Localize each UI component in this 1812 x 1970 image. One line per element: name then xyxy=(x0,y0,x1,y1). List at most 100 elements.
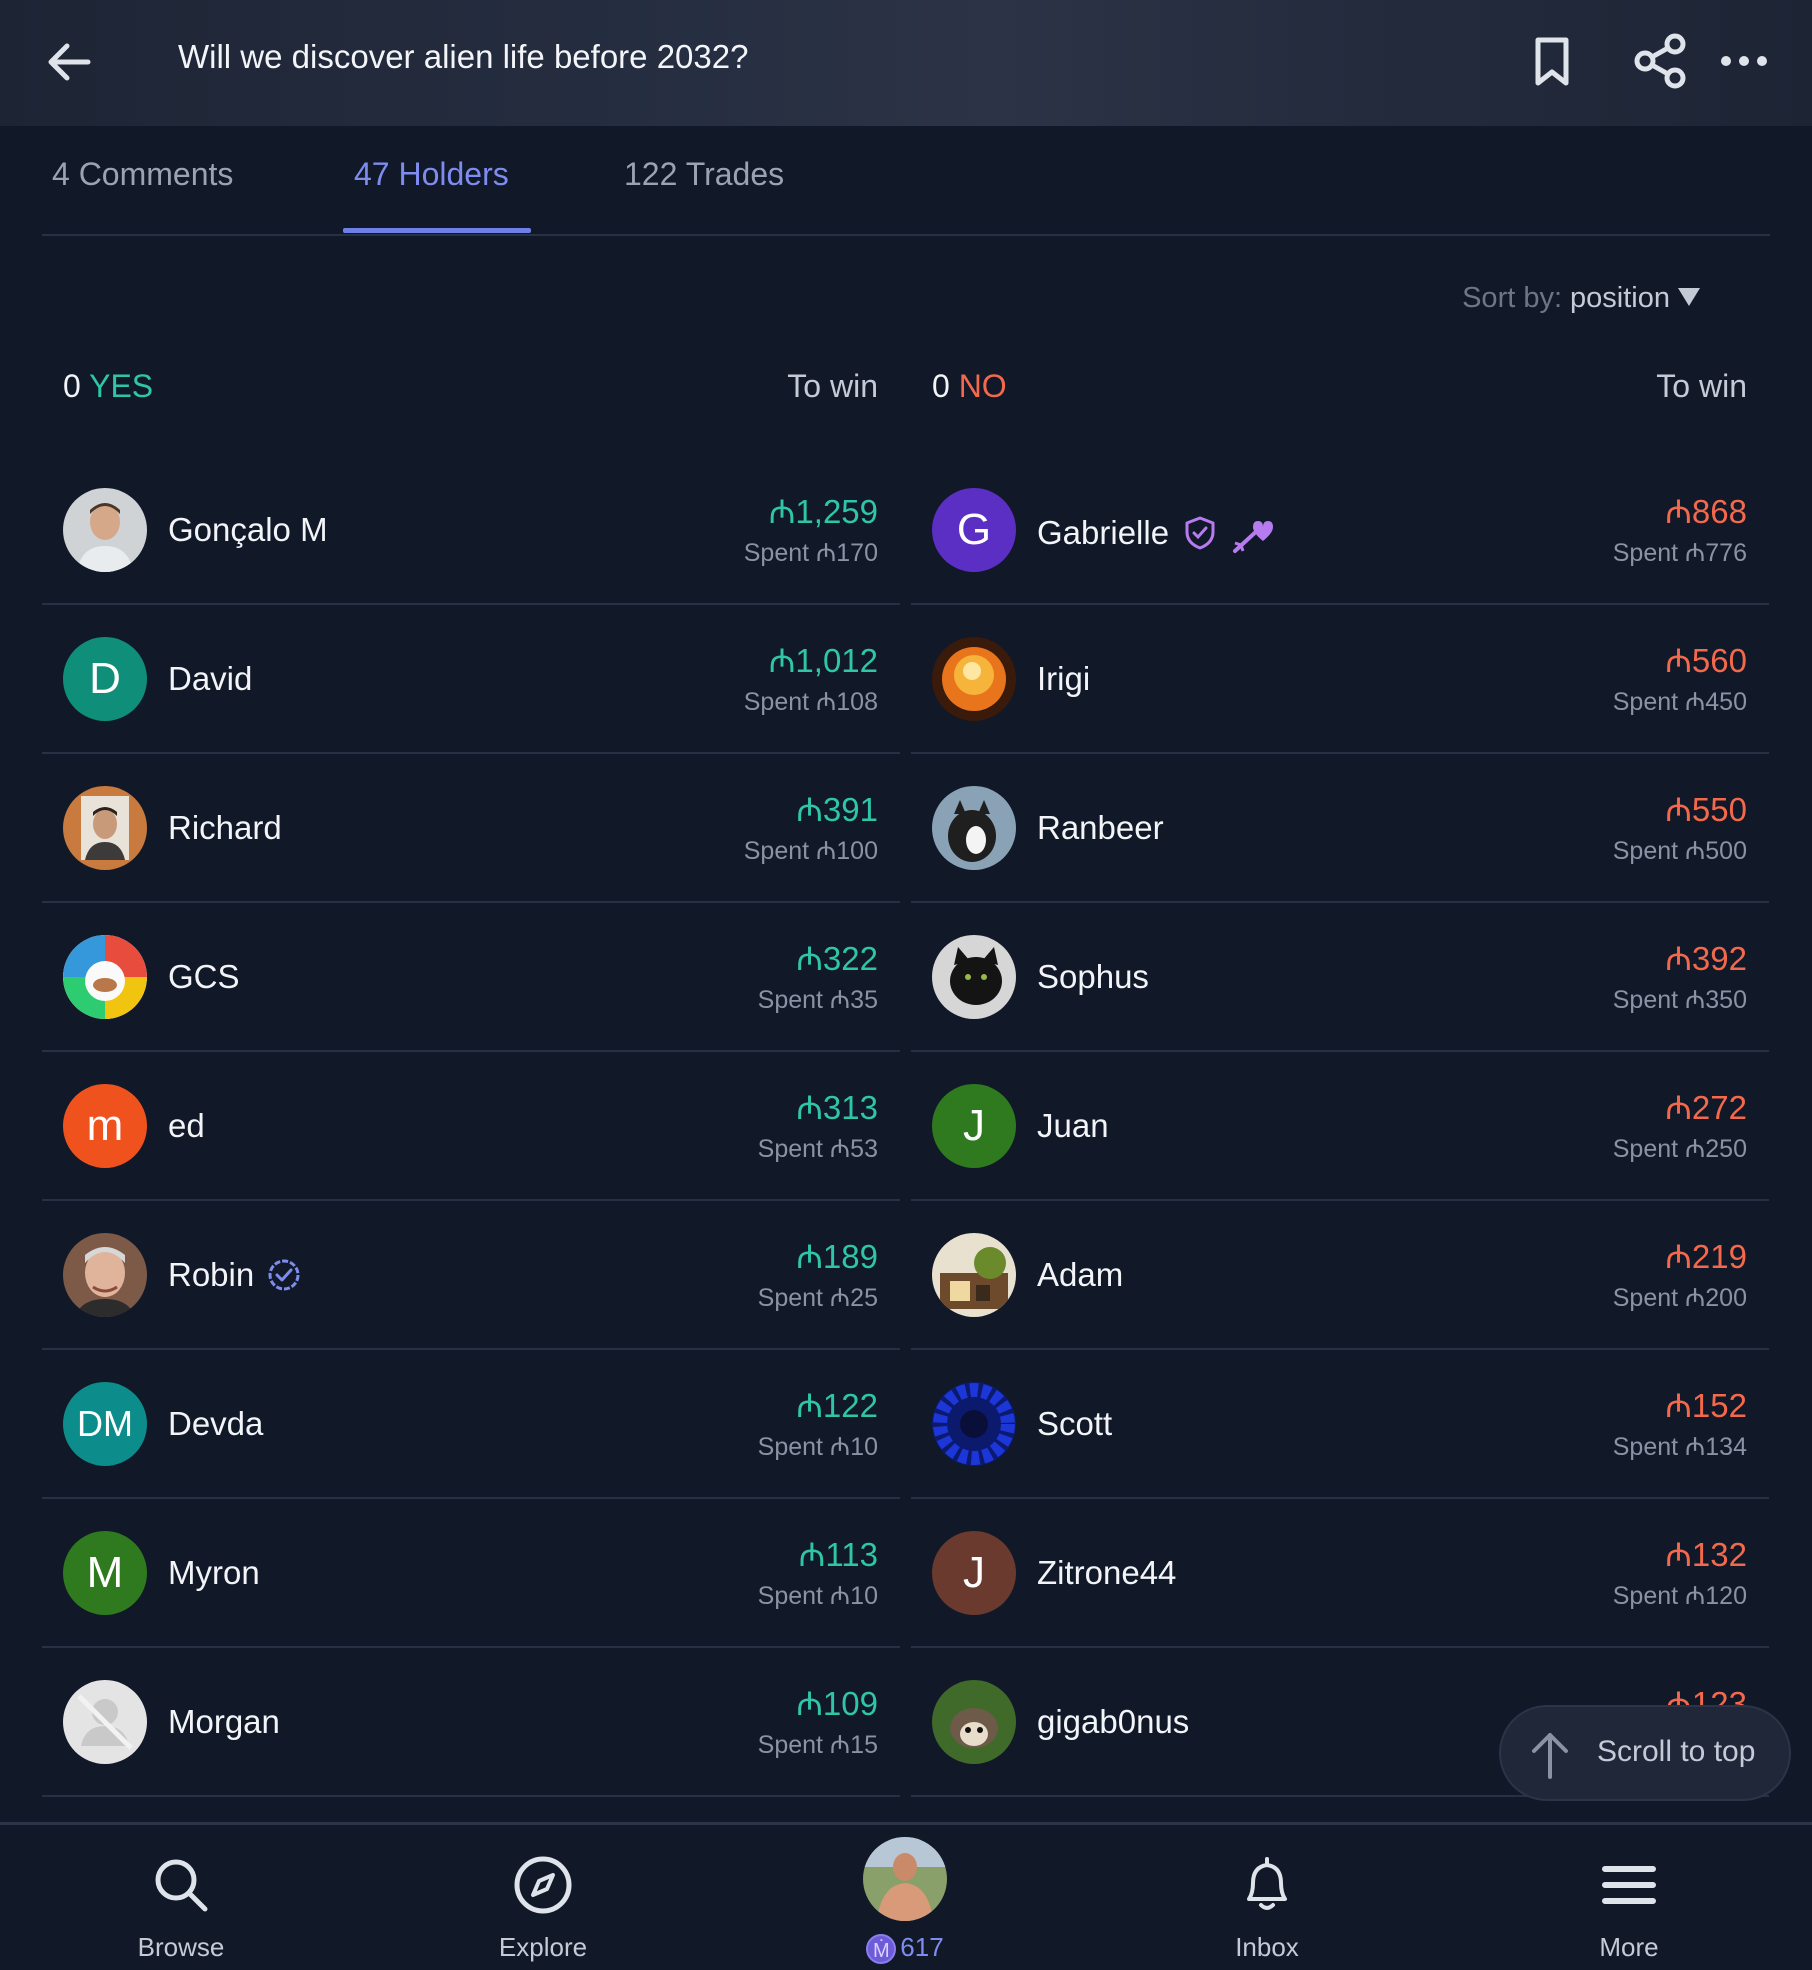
holder-row[interactable]: Richard ₼391 Spent ₼100 xyxy=(42,754,900,903)
holder-name[interactable]: Sophus xyxy=(1037,958,1149,996)
to-win-amount: ₼113 xyxy=(798,1536,878,1573)
arrow-left-icon[interactable] xyxy=(40,33,98,91)
holder-name[interactable]: Ranbeer xyxy=(1037,809,1164,847)
user-placeholder-icon xyxy=(77,1694,133,1750)
top-bar: Will we discover alien life before 2032? xyxy=(0,0,1812,126)
holder-row[interactable]: G Gabrielle ₼868 Spent ₼776 xyxy=(911,456,1769,605)
holder-row[interactable]: Scott ₼152 Spent ₼134 xyxy=(911,1350,1769,1499)
to-win-amount: ₼109 xyxy=(796,1685,878,1722)
holder-name[interactable]: Gonçalo M xyxy=(168,511,328,549)
spent-amount: Spent ₼200 xyxy=(1612,1284,1747,1312)
holder-row[interactable]: Morgan ₼109 Spent ₼15 xyxy=(42,1648,900,1797)
yes-towin-header: To win xyxy=(787,368,878,404)
holder-row[interactable]: J Zitrone44 ₼132 Spent ₼120 xyxy=(911,1499,1769,1648)
tab-comments[interactable]: 4 Comments xyxy=(52,156,233,193)
holder-row[interactable]: Irigi ₼560 Spent ₼450 xyxy=(911,605,1769,754)
holder-name[interactable]: Irigi xyxy=(1037,660,1090,698)
holder-name[interactable]: Richard xyxy=(168,809,282,847)
cupid-arrow-icon xyxy=(1233,521,1274,553)
nav-profile[interactable]: Ṁ 617 xyxy=(724,1825,1086,1970)
holder-row[interactable]: D David ₼1,012 Spent ₼108 xyxy=(42,605,900,754)
nav-inbox[interactable]: Inbox xyxy=(1086,1825,1448,1970)
yes-column-header: 0 YES To win xyxy=(42,360,900,456)
nav-browse[interactable]: Browse xyxy=(0,1825,362,1970)
holder-row[interactable]: Robin ₼189 Spent ₼25 xyxy=(42,1201,900,1350)
avatar[interactable]: m xyxy=(63,1084,147,1168)
scroll-to-top-button[interactable]: Scroll to top xyxy=(1499,1705,1791,1801)
no-towin-header: To win xyxy=(1656,368,1747,404)
sort-label: Sort by: xyxy=(1462,282,1563,314)
holder-row[interactable]: Gonçalo M ₼1,259 Spent ₼170 xyxy=(42,456,900,605)
holder-name[interactable]: Scott xyxy=(1037,1405,1112,1443)
no-count: 0 NO xyxy=(932,368,1007,404)
verified-icon xyxy=(268,1259,300,1291)
holder-name[interactable]: ed xyxy=(168,1107,205,1145)
holder-row[interactable]: M Myron ₼113 Spent ₼10 xyxy=(42,1499,900,1648)
holder-row[interactable]: J Juan ₼272 Spent ₼250 xyxy=(911,1052,1769,1201)
avatar[interactable] xyxy=(63,488,147,572)
holder-name[interactable]: Juan xyxy=(1037,1107,1109,1145)
spent-amount: Spent ₼776 xyxy=(1612,539,1747,567)
tab-holders[interactable]: 47 Holders xyxy=(354,156,509,193)
share-icon[interactable] xyxy=(1629,30,1691,92)
avatar[interactable]: J xyxy=(932,1084,1016,1168)
holder-name[interactable]: Myron xyxy=(168,1554,260,1592)
holder-name[interactable]: Morgan xyxy=(168,1703,280,1741)
avatar[interactable] xyxy=(63,786,147,870)
nav-more[interactable]: More xyxy=(1448,1825,1810,1970)
spent-amount: Spent ₼350 xyxy=(1612,986,1747,1014)
holder-name[interactable]: Adam xyxy=(1037,1256,1123,1294)
avatar[interactable]: M xyxy=(63,1531,147,1615)
avatar[interactable] xyxy=(63,935,147,1019)
bookmark-icon[interactable] xyxy=(1521,30,1583,92)
yes-count: 0 YES xyxy=(63,368,154,404)
holder-row[interactable]: Adam ₼219 Spent ₼200 xyxy=(911,1201,1769,1350)
holder-row[interactable]: m ed ₼313 Spent ₼53 xyxy=(42,1052,900,1201)
holder-row[interactable]: GCS ₼322 Spent ₼35 xyxy=(42,903,900,1052)
avatar[interactable] xyxy=(932,1233,1016,1317)
to-win-amount: ₼868 xyxy=(1665,493,1747,530)
avatar[interactable] xyxy=(932,935,1016,1019)
avatar[interactable]: D xyxy=(63,637,147,721)
spent-amount: Spent ₼10 xyxy=(757,1433,878,1461)
avatar[interactable] xyxy=(63,1680,147,1764)
avatar[interactable] xyxy=(63,1233,147,1317)
holder-name[interactable]: GCS xyxy=(168,958,240,996)
to-win-amount: ₼391 xyxy=(796,791,878,828)
to-win-amount: ₼152 xyxy=(1665,1387,1747,1424)
active-tab-indicator xyxy=(343,228,531,233)
to-win-amount: ₼550 xyxy=(1665,791,1747,828)
holder-name[interactable]: Devda xyxy=(168,1405,263,1443)
holder-row[interactable]: Ranbeer ₼550 Spent ₼500 xyxy=(911,754,1769,903)
to-win-amount: ₼1,259 xyxy=(768,493,878,530)
spent-amount: Spent ₼15 xyxy=(757,1731,878,1759)
holder-name[interactable]: David xyxy=(168,660,252,698)
avatar[interactable] xyxy=(932,786,1016,870)
to-win-amount: ₼272 xyxy=(1665,1089,1747,1126)
compass-icon xyxy=(514,1856,572,1914)
holder-row[interactable]: Sophus ₼392 Spent ₼350 xyxy=(911,903,1769,1052)
avatar[interactable] xyxy=(932,1382,1016,1466)
spent-amount: Spent ₼100 xyxy=(743,837,878,865)
tab-trades[interactable]: 122 Trades xyxy=(624,156,784,193)
sort-dropdown[interactable]: Sort by: position xyxy=(1462,282,1700,315)
nav-explore[interactable]: Explore xyxy=(362,1825,724,1970)
holder-name[interactable]: gigab0nus xyxy=(1037,1703,1189,1741)
to-win-amount: ₼219 xyxy=(1665,1238,1747,1275)
avatar[interactable] xyxy=(932,637,1016,721)
to-win-amount: ₼1,012 xyxy=(768,642,878,679)
avatar[interactable]: DM xyxy=(63,1382,147,1466)
holder-name[interactable]: Robin xyxy=(168,1256,302,1294)
to-win-amount: ₼313 xyxy=(796,1089,878,1126)
avatar[interactable]: G xyxy=(932,488,1016,572)
avatar[interactable]: J xyxy=(932,1531,1016,1615)
spent-amount: Spent ₼170 xyxy=(743,539,878,567)
spent-amount: Spent ₼25 xyxy=(757,1284,878,1312)
holder-row[interactable]: DM Devda ₼122 Spent ₼10 xyxy=(42,1350,900,1499)
avatar[interactable] xyxy=(932,1680,1016,1764)
bottom-navigation: Browse Explore Ṁ 617 Inbox More xyxy=(0,1822,1812,1970)
holder-name[interactable]: Zitrone44 xyxy=(1037,1554,1176,1592)
more-horizontal-icon[interactable] xyxy=(1713,30,1775,92)
holder-name[interactable]: Gabrielle xyxy=(1037,511,1275,555)
sort-value: position xyxy=(1570,282,1670,314)
